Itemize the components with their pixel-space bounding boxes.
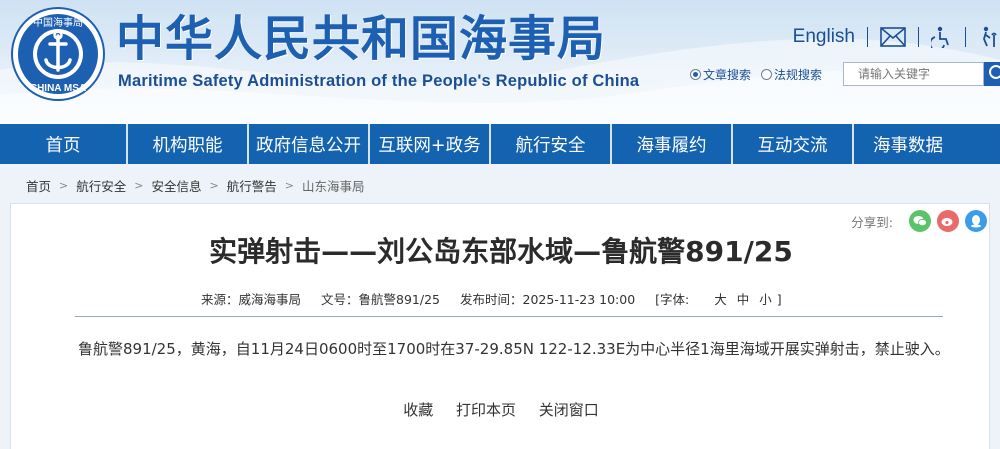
chevron-right-icon: > [284,179,294,192]
nav-item-navigation-safety[interactable]: 航行安全 [491,124,612,164]
search-icon [989,65,1000,79]
msa-logo[interactable]: 中国海事局 CHINA MSA [10,6,106,102]
chevron-right-icon: > [134,179,144,192]
logo-text-top: 中国海事局 [33,16,83,29]
nav-item-internet-gov[interactable]: 互联网+政务 [370,124,491,164]
english-link[interactable]: English [793,26,855,48]
mail-icon[interactable] [880,27,906,47]
share-label: 分享到: [851,214,893,230]
chevron-right-icon: > [59,179,69,192]
search-button[interactable] [984,62,1000,86]
weibo-icon[interactable] [937,210,959,232]
breadcrumb-safety-info[interactable]: 安全信息 [151,176,201,195]
nav-item-interaction[interactable]: 互动交流 [733,124,854,164]
site-header: 中国海事局 CHINA MSA 中华人民共和国海事局 Maritime Safe… [0,0,1000,124]
font-size-medium[interactable]: 中 [737,292,750,307]
breadcrumb-home[interactable]: 首页 [26,176,51,195]
separator [867,27,868,47]
article-panel: 分享到: 实弹射击——刘公岛东部水域—鲁航警891/25 来源：威海海事局 文号… [10,203,990,449]
wechat-icon[interactable] [909,210,931,232]
separator [965,27,966,47]
nav-item-home[interactable]: 首页 [0,124,128,164]
nav-item-compliance[interactable]: 海事履约 [612,124,733,164]
close-window-button[interactable]: 关闭窗口 [539,401,599,419]
favorite-button[interactable]: 收藏 [403,401,433,419]
breadcrumb: 首页 > 航行安全 > 安全信息 > 航行警告 > 山东海事局 [10,172,990,199]
radio-article[interactable] [690,69,701,80]
article-body: 鲁航警891/25，黄海，自11月24日0600时至1700时在37-29.85… [78,340,950,358]
top-links: English [793,22,1000,52]
article-meta: 来源：威海海事局 文号：鲁航警891/25 发布时间：2025-11-23 10… [201,289,802,308]
print-button[interactable]: 打印本页 [456,401,516,419]
search-options: 文章搜索 法规搜索 [690,66,832,83]
search-option-article[interactable]: 文章搜索 [690,66,751,83]
nav-item-functions[interactable]: 机构职能 [128,124,249,164]
elderly-icon[interactable] [978,26,1000,48]
chevron-right-icon: > [209,179,219,192]
article-actions: 收藏 打印本页 关闭窗口 [11,399,991,420]
font-size-large[interactable]: 大 [714,292,727,307]
breadcrumb-warnings[interactable]: 航行警告 [227,176,277,195]
separator [918,27,919,47]
search-option-regulation[interactable]: 法规搜索 [761,66,822,83]
search-input[interactable]: 请输入关键字 [843,62,984,86]
site-subtitle: Maritime Safety Administration of the Pe… [118,72,640,90]
divider [75,316,943,317]
article-publish-time: 发布时间：2025-11-23 10:00 [460,292,636,307]
article-doc-number: 文号：鲁航警891/25 [321,292,440,307]
font-size-small[interactable]: 小 [759,292,772,307]
share-bar: 分享到: [851,210,987,232]
article-source: 来源：威海海事局 [201,292,302,307]
article-title: 实弹射击——刘公岛东部水域—鲁航警891/25 [209,235,793,268]
logo-text-bottom: CHINA MSA [30,83,86,94]
site-title[interactable]: 中华人民共和国海事局 [116,12,606,66]
breadcrumb-navigation-safety[interactable]: 航行安全 [76,176,126,195]
qq-icon[interactable] [965,210,987,232]
breadcrumb-shandong[interactable]: 山东海事局 [302,176,365,195]
main-nav: 首页 机构职能 政府信息公开 互联网+政务 航行安全 海事履约 互动交流 海事数… [0,124,1000,164]
nav-item-data[interactable]: 海事数据 [854,124,966,164]
radio-regulation[interactable] [761,69,773,80]
nav-item-gov-info[interactable]: 政府信息公开 [249,124,370,164]
font-size-control: [字体: 大中小] [655,292,782,307]
accessibility-icon[interactable] [931,26,953,48]
